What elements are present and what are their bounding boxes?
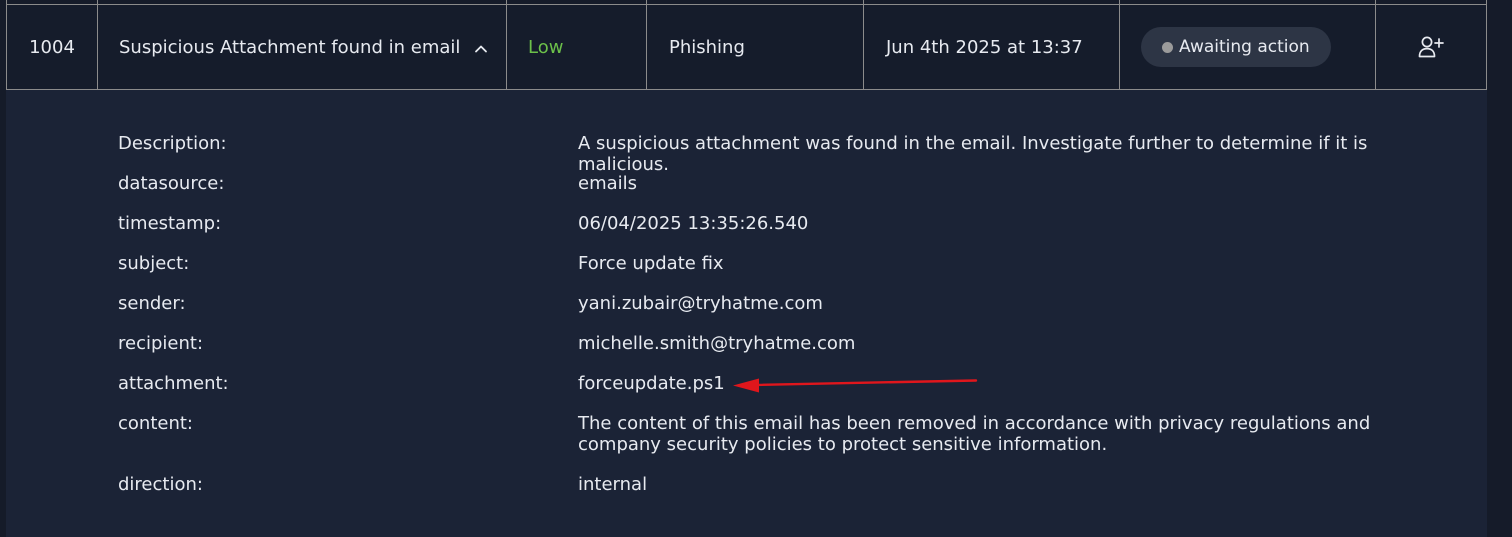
detail-key: datasource: [118,173,225,194]
detail-key: sender: [118,293,186,314]
alert-title-cell[interactable]: Suspicious Attachment found in email [98,5,507,89]
detail-value: yani.zubair@tryhatme.com [578,293,823,314]
alert-title: Suspicious Attachment found in email [119,36,461,58]
detail-key: subject: [118,253,190,274]
detail-value: emails [578,173,638,194]
detail-key: recipient: [118,333,204,354]
alert-status-cell: Awaiting action [1120,5,1376,89]
user-plus-icon[interactable] [1416,32,1446,62]
alert-table-row[interactable]: 1004 Suspicious Attachment found in emai… [6,4,1487,90]
alert-type: Phishing [669,36,745,58]
alert-date: Jun 4th 2025 at 13:37 [886,36,1083,58]
detail-value: internal [578,474,648,495]
detail-value: forceupdate.ps1 [578,373,725,394]
alert-id: 1004 [29,36,75,58]
chevron-up-icon[interactable] [474,40,488,54]
severity-label: Low [528,36,564,58]
detail-value: michelle.smith@tryhatme.com [578,333,856,354]
status-label: Awaiting action [1179,37,1310,57]
detail-value: 06/04/2025 13:35:26.540 [578,213,809,234]
detail-value: Force update fix [578,253,724,274]
detail-key: direction: [118,474,203,495]
status-dot-icon [1162,41,1173,53]
detail-value: The content of this email has been remov… [578,413,1371,455]
detail-value: A suspicious attachment was found in the… [578,133,1368,175]
alert-severity-cell: Low [507,5,647,89]
alert-id-cell: 1004 [7,5,98,89]
alert-details-panel: Description: A suspicious attachment was… [6,90,1487,537]
alert-type-cell: Phishing [647,5,864,89]
alert-expanded-view: 1004 Suspicious Attachment found in emai… [0,0,1512,537]
detail-key: content: [118,413,193,434]
detail-key: Description: [118,133,227,154]
detail-key: attachment: [118,373,229,394]
status-badge: Awaiting action [1141,27,1331,67]
alert-date-cell: Jun 4th 2025 at 13:37 [864,5,1120,89]
detail-key: timestamp: [118,213,222,234]
alert-assign-cell [1376,5,1486,89]
